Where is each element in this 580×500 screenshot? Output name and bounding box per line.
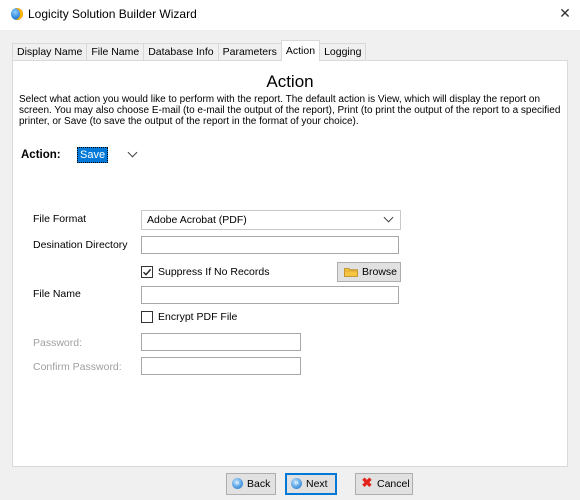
wizard-body: Display Name File Name Database Info Par… [0,30,580,500]
action-description: Select what action you would like to per… [19,94,561,127]
password-label: Password: [33,337,83,349]
chevron-down-icon [127,147,138,158]
close-icon[interactable]: ✕ [556,4,574,22]
app-icon [11,8,23,20]
browse-label: Browse [362,266,398,278]
tab-parameters[interactable]: Parameters [217,43,282,61]
file-format-dropdown[interactable]: Adobe Acrobat (PDF) [141,210,401,230]
confirm-password-label: Confirm Password: [33,361,122,373]
cancel-x-icon: ✖ [361,475,373,490]
action-label: Action: [21,149,61,161]
file-format-selected-value: Adobe Acrobat (PDF) [147,214,247,226]
tab-logging[interactable]: Logging [319,43,367,61]
cancel-label: Cancel [377,478,410,490]
chevron-down-icon [383,212,394,223]
tab-strip: Display Name File Name Database Info Par… [12,40,367,61]
suppress-no-records-label: Suppress If No Records [158,266,270,278]
title-bar: Logicity Solution Builder Wizard ✕ [0,0,580,30]
tab-file-name[interactable]: File Name [86,43,145,61]
file-name-input[interactable] [141,286,399,304]
tab-action[interactable]: Action [280,40,321,61]
encrypt-pdf-label: Encrypt PDF File [158,311,238,323]
checkmark-icon [143,268,152,276]
window-title: Logicity Solution Builder Wizard [28,7,197,21]
next-label: Next [306,478,328,490]
next-arrow-icon: » [291,478,302,489]
back-button[interactable]: « Back [226,473,276,495]
back-label: Back [247,478,271,490]
file-name-label: File Name [33,288,81,300]
destination-directory-label: Desination Directory [33,239,128,251]
next-button[interactable]: » Next [285,473,337,495]
action-panel: Action Select what action you would like… [12,60,568,467]
tab-display-name[interactable]: Display Name [12,43,88,61]
password-input[interactable] [141,333,301,351]
file-format-label: File Format [33,213,87,225]
browse-button[interactable]: Browse [337,262,401,282]
back-arrow-icon: « [232,478,243,489]
action-selected-value: Save [77,147,109,163]
tab-database-info[interactable]: Database Info [143,43,219,61]
encrypt-pdf-checkbox[interactable] [141,311,153,323]
confirm-password-input[interactable] [141,357,301,375]
action-dropdown[interactable]: Save [77,147,142,163]
suppress-no-records-checkbox[interactable] [141,266,153,278]
page-title: Action [266,72,314,91]
destination-directory-input[interactable] [141,236,399,254]
folder-icon [344,268,358,277]
cancel-button[interactable]: ✖ Cancel [355,473,413,495]
